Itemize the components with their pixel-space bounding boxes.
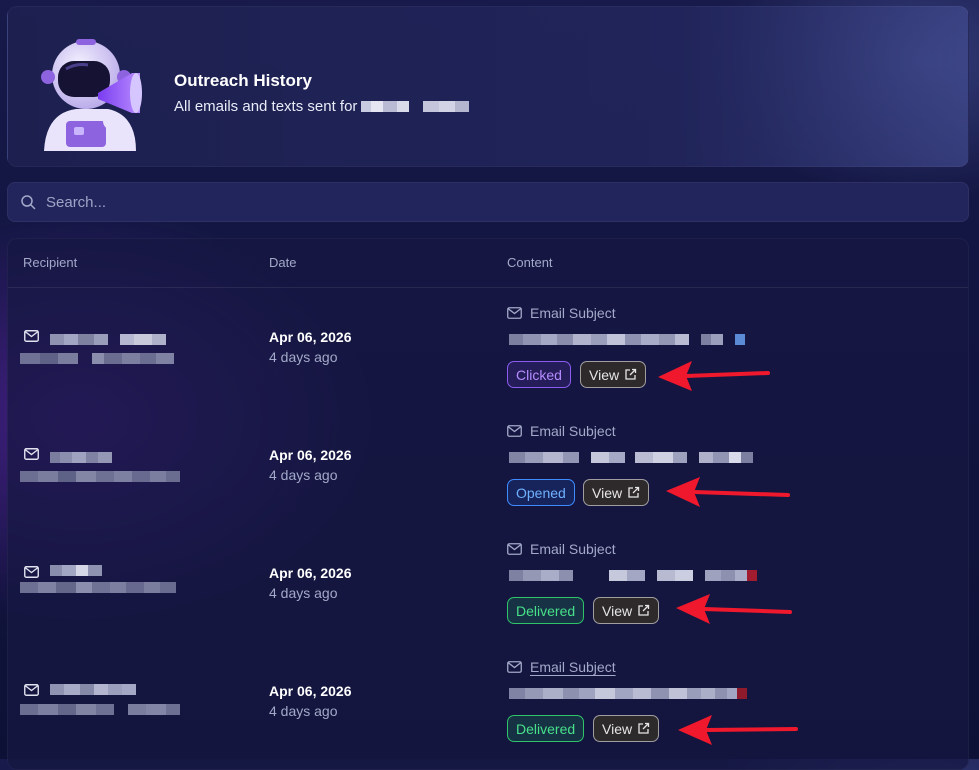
- sent-date: Apr 06, 2026: [269, 329, 352, 345]
- redacted-name: [361, 101, 470, 112]
- mail-icon: [507, 307, 522, 319]
- column-header-recipient: Recipient: [23, 255, 78, 270]
- table-row: Apr 06, 2026 4 days ago Email Subject De…: [8, 524, 968, 642]
- view-button[interactable]: View: [580, 361, 647, 388]
- email-subject-redacted: [509, 688, 747, 699]
- view-button[interactable]: View: [583, 479, 650, 506]
- external-link-icon: [625, 368, 637, 380]
- email-subject-label: Email Subject: [507, 541, 616, 557]
- recipient-name-redacted: [50, 684, 136, 695]
- email-subject-label: Email Subject: [507, 659, 616, 675]
- search-icon: [21, 195, 36, 210]
- table-row: Apr 06, 2026 4 days ago Email Subject Op…: [8, 406, 968, 524]
- page-title: Outreach History: [174, 71, 312, 90]
- table-row: Apr 06, 2026 4 days ago Email Subject De…: [8, 642, 968, 760]
- subtitle-text: All emails and texts sent for: [174, 98, 358, 115]
- external-link-icon: [638, 722, 650, 734]
- email-subject-redacted: [509, 570, 757, 581]
- mail-icon: [24, 448, 39, 460]
- sent-date: Apr 06, 2026: [269, 565, 352, 581]
- search-input[interactable]: [44, 192, 928, 212]
- red-arrow-icon: [658, 361, 770, 391]
- table-row: Apr 06, 2026 4 days ago Email Subject Cl…: [8, 288, 968, 406]
- sent-relative-time: 4 days ago: [269, 349, 338, 365]
- email-subject-label: Email Subject: [507, 305, 616, 321]
- status-badge: Clicked: [507, 361, 571, 388]
- search-bar[interactable]: [7, 182, 969, 222]
- red-arrow-icon: [666, 477, 790, 507]
- page-subtitle: All emails and texts sent for: [174, 98, 470, 115]
- sent-date: Apr 06, 2026: [269, 447, 352, 463]
- sent-relative-time: 4 days ago: [269, 585, 338, 601]
- view-button[interactable]: View: [593, 715, 660, 742]
- astronaut-megaphone-icon: [41, 39, 142, 151]
- recipient-email-redacted: [20, 471, 180, 482]
- view-button[interactable]: View: [593, 597, 660, 624]
- recipient-email-redacted: [20, 353, 174, 364]
- status-badge: Delivered: [507, 597, 585, 624]
- recipient-name-redacted: [50, 452, 112, 463]
- recipient-name-redacted: [50, 565, 102, 576]
- sent-date: Apr 06, 2026: [269, 683, 352, 699]
- mail-icon: [24, 566, 39, 578]
- external-link-icon: [628, 486, 640, 498]
- mail-icon: [507, 425, 522, 437]
- red-arrow-icon: [678, 715, 798, 745]
- mail-icon: [24, 330, 39, 342]
- recipient-email-redacted: [20, 704, 180, 715]
- mail-icon: [507, 661, 522, 673]
- email-subject-label: Email Subject: [507, 423, 616, 439]
- recipient-name-redacted: [50, 334, 166, 345]
- red-arrow-icon: [676, 594, 792, 624]
- status-badge: Opened: [507, 479, 575, 506]
- column-header-content: Content: [507, 255, 553, 270]
- header-card: Outreach History All emails and texts se…: [7, 6, 969, 167]
- sent-relative-time: 4 days ago: [269, 703, 338, 719]
- email-subject-redacted: [509, 334, 745, 345]
- column-header-date: Date: [269, 255, 297, 270]
- mail-icon: [507, 543, 522, 555]
- mail-icon: [24, 684, 39, 696]
- outreach-table: Recipient Date Content Apr 06, 2026 4 da…: [7, 238, 969, 770]
- external-link-icon: [638, 604, 650, 616]
- status-badge: Delivered: [507, 715, 585, 742]
- email-subject-redacted: [509, 452, 753, 463]
- sent-relative-time: 4 days ago: [269, 467, 338, 483]
- recipient-email-redacted: [20, 582, 176, 593]
